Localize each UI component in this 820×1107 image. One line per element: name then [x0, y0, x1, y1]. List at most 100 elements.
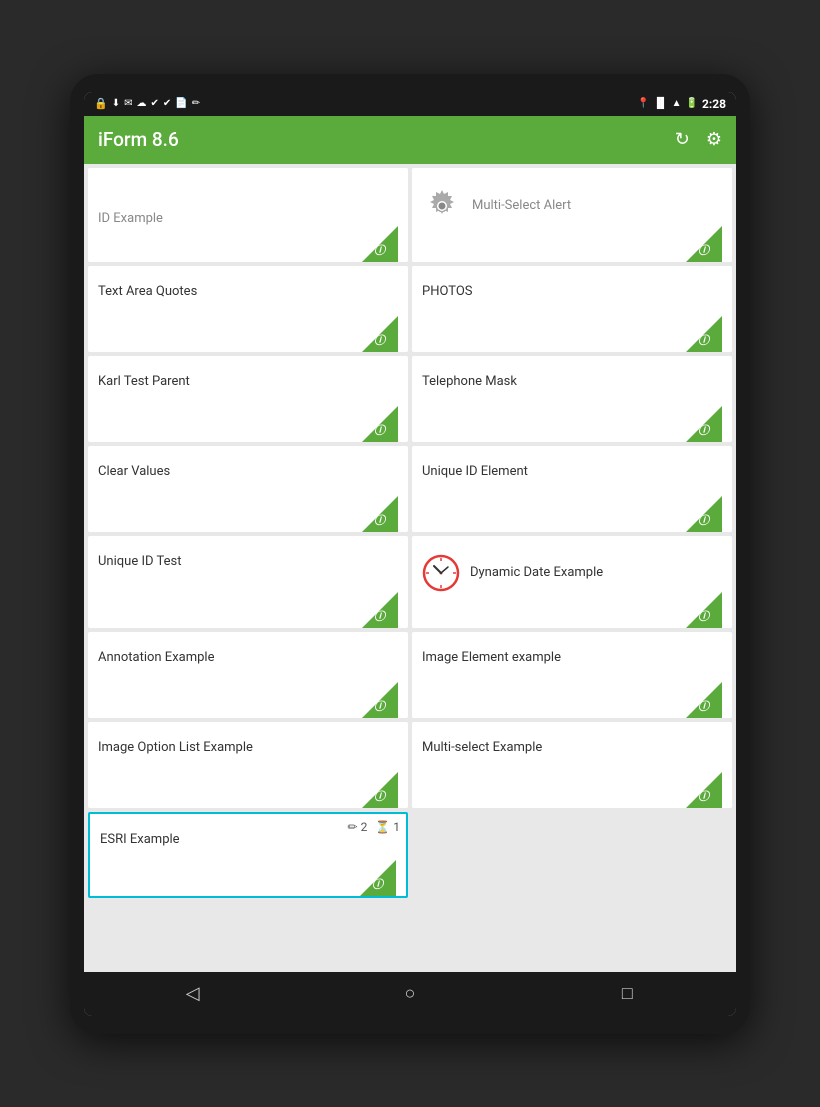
info-icon: ⓘ: [374, 512, 385, 528]
card-title: Multi-Select Alert: [472, 198, 571, 213]
home-button[interactable]: ○: [385, 972, 435, 1016]
card-title: Image Element example: [422, 642, 722, 674]
cloud-icon: ☁: [136, 98, 146, 109]
green-corner: ⓘ: [362, 682, 398, 718]
green-corner: ⓘ: [686, 316, 722, 352]
card-title: Text Area Quotes: [98, 276, 398, 308]
card-title: Annotation Example: [98, 642, 398, 674]
list-item[interactable]: Telephone Mask ⓘ: [412, 356, 732, 442]
refresh-button[interactable]: ↻: [675, 129, 690, 150]
list-item[interactable]: Multi-select Example ⓘ: [412, 722, 732, 808]
card-title-truncated: ID Example: [98, 211, 398, 226]
card-title: Telephone Mask: [422, 366, 722, 398]
green-corner: ⓘ: [362, 592, 398, 628]
info-icon: ⓘ: [698, 422, 709, 438]
green-corner: ⓘ: [686, 496, 722, 532]
green-corner: ⓘ: [362, 316, 398, 352]
green-corner: ⓘ: [362, 772, 398, 808]
card-grid: ID Example ⓘ Multi-Select Ale: [88, 168, 732, 898]
green-corner: ⓘ: [686, 592, 722, 628]
list-item[interactable]: PHOTOS ⓘ: [412, 266, 732, 352]
card-title: PHOTOS: [422, 276, 722, 308]
card-icon-area: Multi-Select Alert: [422, 178, 722, 226]
email-icon: ✉: [124, 98, 132, 109]
settings-button[interactable]: ⚙: [706, 129, 722, 150]
list-item[interactable]: Text Area Quotes ⓘ: [88, 266, 408, 352]
green-corner: ⓘ: [362, 496, 398, 532]
list-item[interactable]: Unique ID Element ⓘ: [412, 446, 732, 532]
gear-icon: [422, 186, 462, 226]
green-corner: ⓘ: [362, 226, 398, 262]
green-corner: ⓘ: [362, 406, 398, 442]
info-icon: ⓘ: [374, 608, 385, 624]
lock-icon: 🔒: [94, 97, 108, 110]
time-display: 2:28: [702, 97, 726, 111]
recent-button[interactable]: □: [602, 972, 652, 1016]
card-title: Dynamic Date Example: [470, 565, 603, 580]
info-icon: ⓘ: [698, 698, 709, 714]
card-bottom: ⓘ: [98, 682, 398, 718]
info-icon: ⓘ: [698, 608, 709, 624]
card-bottom: ⓘ: [422, 772, 722, 808]
card-bottom: ⓘ: [422, 682, 722, 718]
card-edit-icons: ✏ 2 ⏳ 1: [348, 820, 400, 834]
content-area: ID Example ⓘ Multi-Select Ale: [84, 164, 736, 972]
list-item[interactable]: Image Element example ⓘ: [412, 632, 732, 718]
status-left-icons: 🔒 ⬇ ✉ ☁ ✔ ✔ 📄 ✏: [94, 97, 200, 110]
info-icon: ⓘ: [374, 332, 385, 348]
info-icon: ⓘ: [374, 242, 385, 258]
info-icon: ⓘ: [698, 512, 709, 528]
pending-icon: ⏳ 1: [375, 820, 400, 834]
battery-icon: 🔋: [686, 98, 698, 109]
signal-icon: ▐▌: [653, 98, 667, 109]
card-bottom: ⓘ: [98, 406, 398, 442]
download-icon: ⬇: [112, 98, 120, 109]
list-item[interactable]: Multi-Select Alert ⓘ: [412, 168, 732, 262]
list-item[interactable]: Clear Values ⓘ: [88, 446, 408, 532]
device: 🔒 ⬇ ✉ ☁ ✔ ✔ 📄 ✏ 📍 ▐▌ ▲ 🔋 2:28 iForm 8.6 …: [70, 74, 750, 1034]
card-bottom: ⓘ: [422, 592, 722, 628]
list-item[interactable]: ✏ 2 ⏳ 1 ESRI Example ⓘ: [88, 812, 408, 898]
card-bottom: ⓘ: [98, 496, 398, 532]
card-icon-area: Dynamic Date Example: [422, 546, 722, 592]
info-icon: ⓘ: [374, 788, 385, 804]
list-item[interactable]: Dynamic Date Example ⓘ: [412, 536, 732, 628]
green-corner: ⓘ: [686, 682, 722, 718]
card-bottom: ⓘ: [98, 772, 398, 808]
wifi-icon: ▲: [672, 98, 682, 109]
green-corner: ⓘ: [686, 226, 722, 262]
info-icon: ⓘ: [374, 422, 385, 438]
card-bottom: ⓘ: [98, 226, 398, 262]
location-icon: 📍: [637, 98, 649, 109]
check2-icon: ✔: [163, 98, 171, 109]
screen: 🔒 ⬇ ✉ ☁ ✔ ✔ 📄 ✏ 📍 ▐▌ ▲ 🔋 2:28 iForm 8.6 …: [84, 92, 736, 1016]
card-bottom: ⓘ: [422, 496, 722, 532]
app-title: iForm 8.6: [98, 128, 179, 151]
file-icon: 📄: [175, 98, 187, 109]
status-right-icons: 📍 ▐▌ ▲ 🔋 2:28: [637, 97, 726, 111]
info-icon: ⓘ: [698, 788, 709, 804]
bottom-nav: ◁ ○ □: [84, 972, 736, 1016]
back-button[interactable]: ◁: [168, 972, 218, 1016]
card-title: Unique ID Test: [98, 546, 398, 584]
list-item[interactable]: Unique ID Test ⓘ: [88, 536, 408, 628]
edit-pencil-icon: ✏ 2: [348, 820, 368, 834]
green-corner: ⓘ: [686, 406, 722, 442]
green-corner: ⓘ: [360, 860, 396, 896]
card-title: Clear Values: [98, 456, 398, 488]
list-item[interactable]: Image Option List Example ⓘ: [88, 722, 408, 808]
card-title: Karl Test Parent: [98, 366, 398, 398]
edit-icon: ✏: [192, 98, 200, 109]
list-item[interactable]: Karl Test Parent ⓘ: [88, 356, 408, 442]
app-bar: iForm 8.6 ↻ ⚙: [84, 116, 736, 164]
card-bottom: ⓘ: [98, 316, 398, 352]
clock-icon: [422, 554, 460, 592]
card-bottom: ⓘ: [422, 226, 722, 262]
card-bottom: ⓘ: [98, 592, 398, 628]
list-item[interactable]: Annotation Example ⓘ: [88, 632, 408, 718]
check-icon: ✔: [150, 98, 158, 109]
list-item[interactable]: ID Example ⓘ: [88, 168, 408, 262]
info-icon: ⓘ: [698, 242, 709, 258]
app-bar-actions: ↻ ⚙: [675, 129, 722, 150]
info-icon: ⓘ: [372, 876, 383, 892]
